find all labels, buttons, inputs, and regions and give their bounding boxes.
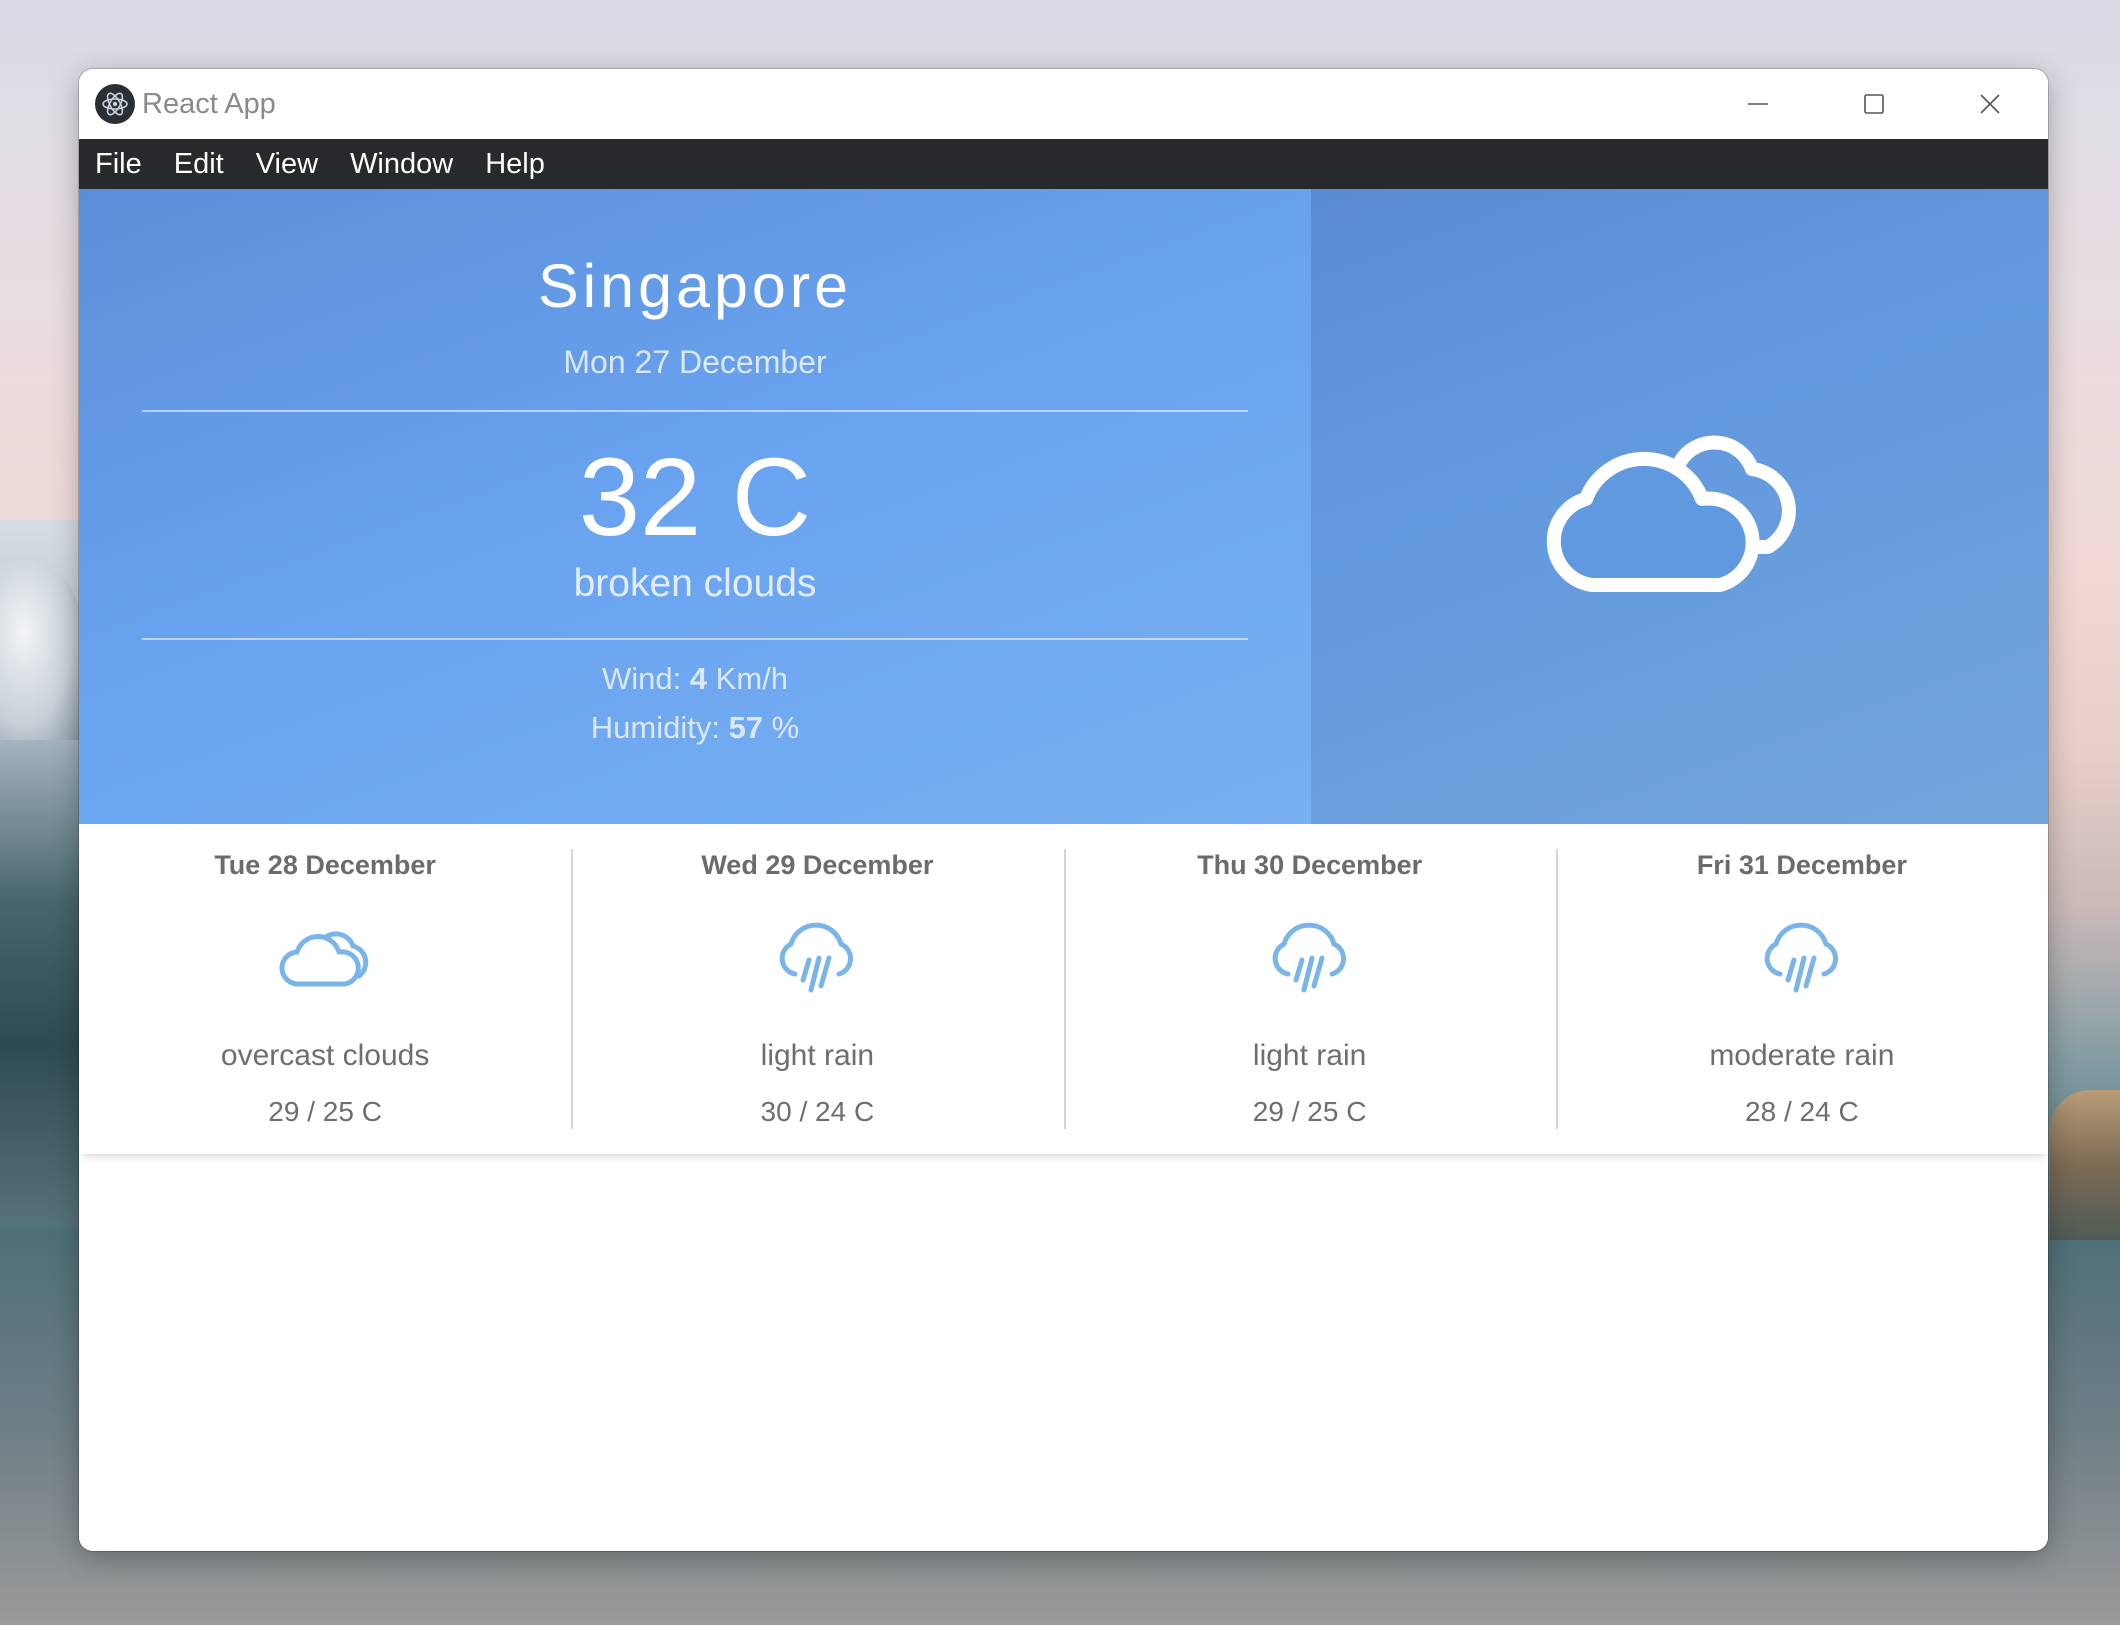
forecast-description: light rain [760,1039,875,1072]
menu-bar: File Edit View Window Help [79,139,2048,189]
forecast-temp-range: 28 / 24 C [1745,1096,1859,1127]
humidity-unit: % [763,710,800,745]
forecast-day: Wed 29 December light rain 30 / 24 C [571,824,1063,1154]
weather-content: Singapore Mon 27 December 32 C broken cl… [79,189,2048,1551]
humidity-value: 57 [728,710,764,745]
menu-window[interactable]: Window [350,148,453,181]
wind-value: 4 [689,661,708,696]
divider [142,638,1248,640]
wind-info: Wind: 4 Km/h [79,661,1311,697]
current-weather-icon-panel [1311,189,2048,824]
forecast-temp-range: 30 / 24 C [760,1096,875,1127]
window-controls [1700,69,2048,139]
app-window: React App File Edit View Window Help Sin… [79,69,2048,1551]
minimize-icon [1748,103,1768,105]
electron-atom-icon [95,84,135,124]
current-weather-details: Singapore Mon 27 December 32 C broken cl… [79,189,1311,824]
humidity-label: Humidity: [590,710,729,745]
divider [142,410,1248,412]
menu-help[interactable]: Help [485,148,545,181]
desktop-wallpaper-right [2050,1090,2120,1240]
current-description: broken clouds [573,562,817,605]
close-icon [1980,94,2000,114]
city-name: Singapore [537,252,853,320]
cloud-icon [279,931,369,987]
menu-edit[interactable]: Edit [174,148,224,181]
window-title: React App [142,87,276,120]
forecast-date: Tue 28 December [214,850,436,880]
forecast-temp-range: 29 / 25 C [268,1096,382,1127]
forecast-day: Fri 31 December moderate rain 28 / 24 C [1555,824,2048,1154]
menu-view[interactable]: View [256,148,318,181]
forecast-date: Wed 29 December [701,850,934,880]
wind-unit: Km/h [707,661,789,696]
humidity-info: Humidity: 57 % [79,710,1311,746]
rain-icon [1272,922,1346,993]
rain-icon [780,922,854,993]
forecast-temp-range: 29 / 25 C [1252,1096,1367,1127]
rain-icon [1764,922,1838,993]
forecast-date: Fri 31 December [1696,850,1907,880]
current-temperature: 32 C [578,436,812,559]
maximize-icon [1864,94,1884,114]
desktop-wallpaper-rock [0,560,80,740]
title-bar[interactable]: React App [79,69,2048,139]
close-button[interactable] [1932,69,2048,139]
menu-file[interactable]: File [95,148,142,181]
minimize-button[interactable] [1700,69,1816,139]
forecast-description: overcast clouds [220,1039,430,1072]
forecast-day: Thu 30 December light rain 29 / 25 C [1063,824,1556,1154]
forecast-list: Tue 28 December overcast clouds 29 / 25 … [79,824,2048,1154]
forecast-description: moderate rain [1709,1039,1895,1072]
partly-cloudy-icon [1546,435,1796,592]
forecast-date: Thu 30 December [1197,850,1423,880]
forecast-day: Tue 28 December overcast clouds 29 / 25 … [79,824,571,1154]
forecast-description: light rain [1252,1039,1367,1072]
maximize-button[interactable] [1816,69,1932,139]
current-weather-panel: Singapore Mon 27 December 32 C broken cl… [79,189,2048,824]
current-date: Mon 27 December [563,344,827,380]
wind-label: Wind: [601,661,690,696]
